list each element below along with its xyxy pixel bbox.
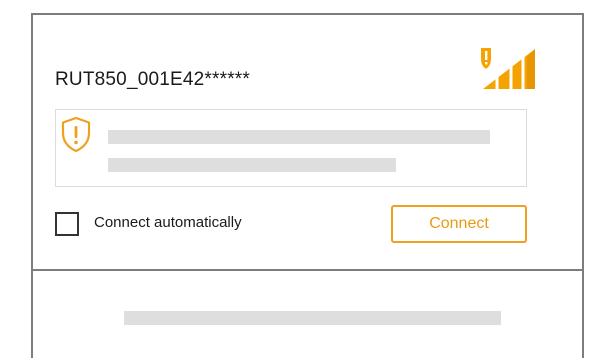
warning-text-placeholder — [108, 130, 490, 144]
wifi-network-flyout: RUT850_001E42****** Connect automaticall… — [31, 13, 584, 358]
network-ssid: RUT850_001E42****** — [55, 69, 250, 90]
shield-warning-icon — [61, 116, 91, 153]
warning-text-placeholder — [108, 158, 396, 172]
settings-link-placeholder — [124, 311, 501, 325]
auto-connect-checkbox[interactable] — [55, 212, 79, 236]
screen: RUT850_001E42****** Connect automaticall… — [0, 0, 608, 360]
security-warning-box — [55, 109, 527, 187]
section-divider — [33, 269, 582, 271]
connect-button[interactable]: Connect — [391, 205, 527, 243]
auto-connect-label: Connect automatically — [94, 214, 242, 231]
signal-strength-shield-icon — [479, 46, 535, 89]
